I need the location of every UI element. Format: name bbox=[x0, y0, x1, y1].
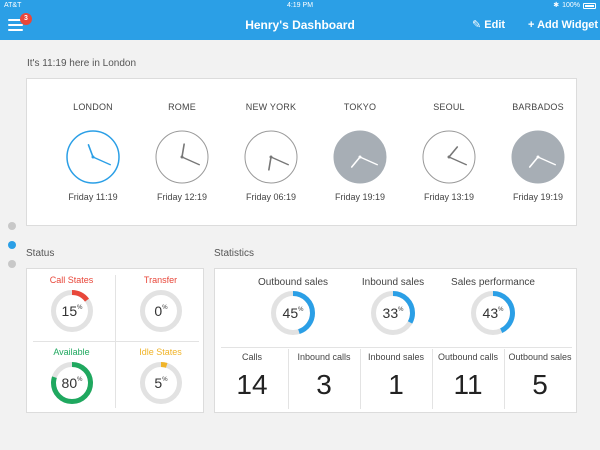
statistics-section-title: Statistics bbox=[214, 248, 255, 259]
status-cell[interactable]: Available 80% bbox=[27, 341, 116, 413]
status-label: Idle States bbox=[139, 347, 182, 357]
clock-pivot bbox=[180, 155, 184, 159]
local-time-text: It's 11:19 here in London bbox=[27, 58, 137, 69]
clock-pivot bbox=[447, 155, 451, 159]
status-value-number: 80 bbox=[61, 375, 78, 391]
status-cell[interactable]: Call States 15% bbox=[27, 269, 116, 341]
stat-metric-value: 11 bbox=[453, 369, 483, 400]
page-title: Henry's Dashboard bbox=[245, 18, 355, 32]
add-widget-button[interactable]: + Add Widget bbox=[528, 11, 598, 40]
system-time: 4:19 PM bbox=[286, 2, 314, 9]
percent-sign: % bbox=[298, 307, 304, 313]
nav-bar: 3 Henry's Dashboard ✎ Edit + Add Widget bbox=[0, 11, 600, 40]
clock-pivot bbox=[91, 155, 95, 159]
clock-time: Friday 11:19 bbox=[68, 192, 118, 202]
stat-metric[interactable]: Inbound sales 1 bbox=[360, 347, 432, 413]
page-dot[interactable] bbox=[8, 260, 16, 268]
stat-metric[interactable]: Outbound calls 11 bbox=[432, 347, 504, 413]
status-label: Available bbox=[53, 347, 90, 357]
status-value: 80% bbox=[51, 362, 93, 404]
clock-face-icon bbox=[422, 130, 476, 184]
clock-time: Friday 13:19 bbox=[423, 192, 475, 202]
stat-metric-value: 5 bbox=[532, 369, 548, 400]
metric-divider bbox=[504, 349, 505, 409]
stat-metric-label: Outbound calls bbox=[437, 352, 499, 362]
clock-pivot bbox=[358, 155, 362, 159]
clock-face-icon bbox=[66, 130, 120, 184]
stat-metric-value: 14 bbox=[236, 369, 268, 400]
status-bar: AT&T 4:19 PM ✱ 100% bbox=[0, 0, 600, 11]
status-section-title: Status bbox=[26, 248, 55, 259]
stat-metric[interactable]: Inbound calls 3 bbox=[288, 347, 360, 413]
clock-face-icon bbox=[511, 130, 565, 184]
metric-divider bbox=[432, 349, 433, 409]
clock-face-icon bbox=[244, 130, 298, 184]
statistics-widget: Outbound sales 45% Inbound sales 33% Sales p… bbox=[214, 268, 577, 413]
stat-metric-label: Inbound calls bbox=[297, 352, 351, 362]
clock-time: Friday 19:19 bbox=[512, 192, 564, 202]
status-widget: Call States 15% Transfer 0% Available 80% Idle… bbox=[26, 268, 204, 413]
status-label: Transfer bbox=[143, 275, 178, 285]
percent-sign: % bbox=[162, 377, 168, 383]
edit-button[interactable]: ✎ Edit bbox=[472, 11, 505, 40]
stat-metric-label: Outbound sales bbox=[508, 352, 572, 362]
stat-metric-label: Calls bbox=[241, 352, 262, 362]
percent-sign: % bbox=[77, 377, 83, 383]
page-dot[interactable] bbox=[8, 241, 16, 249]
stat-metric-value: 3 bbox=[316, 369, 332, 400]
edit-label: Edit bbox=[484, 19, 506, 31]
metric-divider bbox=[288, 349, 289, 409]
percent-sign: % bbox=[77, 305, 83, 311]
stat-gauge-value: 33% bbox=[371, 291, 415, 335]
status-value-number: 15 bbox=[61, 303, 78, 319]
stat-gauge-number: 33 bbox=[382, 305, 399, 321]
clock-city: ROME bbox=[168, 102, 196, 112]
status-value: 15% bbox=[51, 290, 93, 332]
clock-city: NEW YORK bbox=[245, 102, 297, 112]
stat-metric[interactable]: Outbound sales 5 bbox=[504, 347, 576, 413]
clock-pivot bbox=[536, 155, 540, 159]
stat-gauge-label: Sales performance bbox=[451, 277, 535, 288]
metric-divider bbox=[360, 349, 361, 409]
status-right: ✱ 100% bbox=[553, 0, 596, 11]
bluetooth-icon: ✱ bbox=[553, 2, 560, 9]
stat-gauge-value: 43% bbox=[471, 291, 515, 335]
stat-gauge-number: 43 bbox=[482, 305, 499, 321]
stat-gauge-number: 45 bbox=[282, 305, 299, 321]
status-cell[interactable]: Idle States 5% bbox=[116, 341, 205, 413]
clock-face-icon bbox=[155, 130, 209, 184]
status-value: 0% bbox=[140, 290, 182, 332]
stat-metric-value: 1 bbox=[388, 369, 404, 400]
clock-pivot bbox=[269, 155, 273, 159]
clock-face-icon bbox=[333, 130, 387, 184]
clock-time: Friday 19:19 bbox=[334, 192, 386, 202]
clock-city: LONDON bbox=[73, 102, 113, 112]
status-value: 5% bbox=[140, 362, 182, 404]
clock-city: SEOUL bbox=[433, 102, 465, 112]
stat-gauge-value: 45% bbox=[271, 291, 315, 335]
percent-sign: % bbox=[498, 307, 504, 313]
page-dot[interactable] bbox=[8, 222, 16, 230]
clock-city: TOKYO bbox=[343, 102, 377, 112]
world-clock-widget: LONDON Friday 11:19 ROME Friday 12:19 NEW YO… bbox=[26, 78, 577, 226]
battery-icon bbox=[583, 2, 596, 9]
stat-metric[interactable]: Calls 14 bbox=[216, 347, 288, 413]
status-cell[interactable]: Transfer 0% bbox=[116, 269, 205, 341]
stat-metric-label: Inbound sales bbox=[367, 352, 425, 362]
clock-time: Friday 12:19 bbox=[156, 192, 208, 202]
percent-sign: % bbox=[398, 307, 404, 313]
battery-percent: 100% bbox=[562, 2, 580, 9]
pencil-icon: ✎ bbox=[472, 19, 482, 31]
status-label: Call States bbox=[49, 275, 94, 285]
clock-time: Friday 06:19 bbox=[245, 192, 297, 202]
percent-sign: % bbox=[162, 305, 168, 311]
clock-city: BARBADOS bbox=[512, 102, 564, 112]
